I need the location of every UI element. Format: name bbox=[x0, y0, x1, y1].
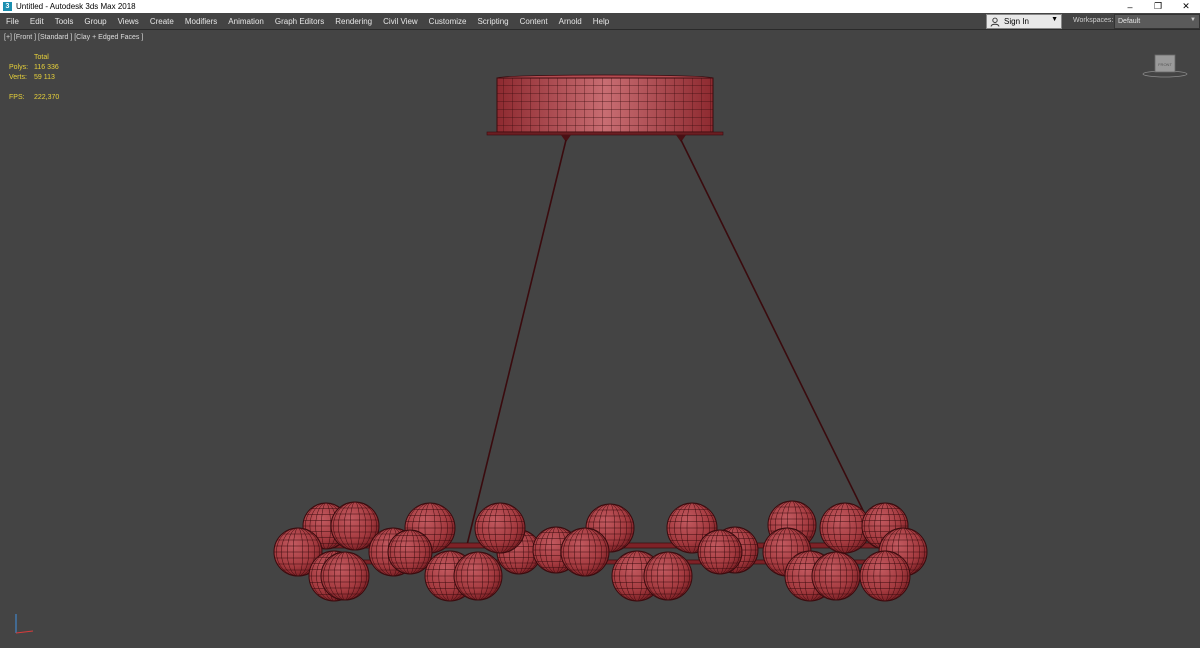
sphere bbox=[453, 551, 503, 601]
menu-content[interactable]: Content bbox=[520, 17, 548, 26]
viewcube[interactable]: FRONT bbox=[1142, 52, 1188, 78]
chevron-down-icon: ▼ bbox=[1051, 16, 1058, 23]
menu-views[interactable]: Views bbox=[118, 17, 139, 26]
menu-create[interactable]: Create bbox=[150, 17, 174, 26]
menu-help[interactable]: Help bbox=[593, 17, 609, 26]
front-viewport[interactable]: [+] [Front ] [Standard ] [Clay + Edged F… bbox=[0, 30, 1200, 648]
menu-file[interactable]: File bbox=[6, 17, 19, 26]
sign-in-button[interactable]: Sign In ▼ bbox=[986, 14, 1062, 29]
user-icon bbox=[990, 17, 1000, 27]
viewcube-face-label: FRONT bbox=[1158, 62, 1172, 67]
workspaces-label: Workspaces: bbox=[1073, 17, 1114, 24]
minimize-button[interactable]: – bbox=[1116, 0, 1144, 13]
restore-button[interactable]: ❐ bbox=[1144, 0, 1172, 13]
window-title: Untitled - Autodesk 3ds Max 2018 bbox=[16, 2, 136, 11]
suspension-cables bbox=[466, 139, 881, 546]
axis-gizmo bbox=[15, 614, 34, 634]
menu-modifiers[interactable]: Modifiers bbox=[185, 17, 217, 26]
3ds-max-icon: 3 bbox=[3, 2, 12, 11]
verts-value: 59 113 bbox=[34, 74, 55, 81]
verts-label: Verts: bbox=[9, 74, 27, 81]
menu-arnold[interactable]: Arnold bbox=[559, 17, 582, 26]
scene-canvas bbox=[15, 74, 928, 634]
menu-group[interactable]: Group bbox=[84, 17, 106, 26]
menu-rendering[interactable]: Rendering bbox=[335, 17, 372, 26]
sphere bbox=[697, 529, 743, 575]
viewport-label[interactable]: [+] [Front ] [Standard ] [Clay + Edged F… bbox=[4, 34, 143, 41]
ceiling-canopy bbox=[486, 74, 724, 142]
workspaces-value: Default bbox=[1118, 18, 1141, 25]
menu-customize[interactable]: Customize bbox=[429, 17, 467, 26]
sphere bbox=[643, 551, 693, 601]
menu-civil-view[interactable]: Civil View bbox=[383, 17, 418, 26]
fps-value: 222,370 bbox=[34, 94, 60, 101]
window-controls: – ❐ ✕ bbox=[1116, 0, 1200, 13]
menu-tools[interactable]: Tools bbox=[55, 17, 74, 26]
stats-header: Total bbox=[34, 54, 49, 61]
polys-value: 116 336 bbox=[34, 64, 59, 71]
sphere bbox=[560, 527, 610, 577]
menu-edit[interactable]: Edit bbox=[30, 17, 44, 26]
glass-spheres bbox=[273, 500, 928, 602]
sphere bbox=[811, 551, 861, 601]
menu-bar: File Edit Tools Group Views Create Modif… bbox=[0, 13, 1200, 30]
chevron-down-icon: ▼ bbox=[1190, 17, 1196, 23]
sign-in-label: Sign In bbox=[1004, 17, 1029, 26]
sphere bbox=[474, 502, 526, 554]
fps-label: FPS: bbox=[9, 94, 25, 101]
sphere bbox=[859, 550, 911, 602]
sphere bbox=[320, 551, 370, 601]
sphere bbox=[387, 529, 433, 575]
close-button[interactable]: ✕ bbox=[1172, 0, 1200, 13]
workspaces-dropdown[interactable]: Default ▼ bbox=[1114, 14, 1200, 29]
polys-label: Polys: bbox=[9, 64, 29, 71]
title-bar: 3 Untitled - Autodesk 3ds Max 2018 – ❐ ✕ bbox=[0, 0, 1200, 13]
menu-scripting[interactable]: Scripting bbox=[477, 17, 508, 26]
menu-graph-editors[interactable]: Graph Editors bbox=[275, 17, 324, 26]
statistics-overlay: Total Polys: 116 336 Verts: 59 113 FPS: … bbox=[9, 53, 74, 103]
menu-animation[interactable]: Animation bbox=[228, 17, 264, 26]
